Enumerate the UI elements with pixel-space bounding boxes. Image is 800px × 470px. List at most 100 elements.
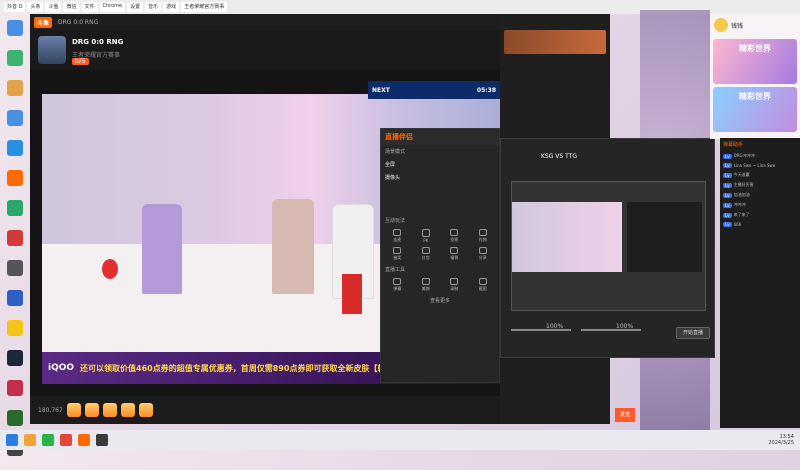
browser-tab[interactable]: 音乐 bbox=[145, 2, 162, 12]
browser-tab[interactable]: 文件 bbox=[81, 2, 98, 12]
chat-title: 弹幕助手 bbox=[723, 142, 744, 148]
tool-label: PK bbox=[423, 238, 429, 243]
red-lantern bbox=[102, 259, 118, 279]
chat-text: 冲冲冲 bbox=[733, 202, 746, 207]
desktop-shortcut-icon[interactable] bbox=[2, 50, 28, 78]
user-name: 钱钱 bbox=[731, 22, 744, 30]
room-header: DRG 0:0 RNG 王者荣耀官方赛事 LV5 关注 bbox=[30, 30, 530, 70]
tool-button[interactable]: 截图 bbox=[471, 278, 496, 292]
tool-button[interactable]: 美颜 bbox=[414, 278, 439, 292]
desktop-shortcut-icon[interactable] bbox=[2, 320, 28, 348]
streamer-avatar[interactable] bbox=[38, 36, 66, 64]
gift-icon[interactable] bbox=[66, 403, 81, 417]
douyu-logo[interactable]: 斗鱼 bbox=[34, 16, 53, 28]
tool-button[interactable]: 抽奖 bbox=[385, 247, 410, 261]
volume-value-2: 100% bbox=[616, 323, 634, 330]
desktop-shortcut-icon[interactable] bbox=[2, 380, 28, 408]
desktop-shortcut-icon[interactable] bbox=[2, 170, 28, 198]
start-live-button[interactable]: 开始直播 bbox=[676, 327, 710, 339]
browser-tab[interactable]: Chrome bbox=[99, 2, 126, 12]
tool-button[interactable]: 礼物 bbox=[471, 229, 496, 243]
chat-list: Lv DRG冲冲冲 Lv Lina Swe ~ Lina Swe Lv 今天谁赢 Lv 主播好… bbox=[720, 151, 800, 229]
desktop-shortcut-icon[interactable] bbox=[2, 200, 28, 228]
obs-icon[interactable] bbox=[96, 434, 108, 446]
preview-canvas[interactable] bbox=[511, 181, 706, 311]
start-menu-icon[interactable] bbox=[6, 434, 18, 446]
tool-button[interactable]: 分享 bbox=[471, 247, 496, 261]
companion-panel: 直播伴侣 场景模式 全屏 摄像头 互动玩法 连麦 PK 投票 礼物 抽奖 红包 福袋 分享 直… bbox=[380, 128, 500, 383]
ticker-text: 还可以领取价值460点券的超值专属优惠券，首周仅需890点券即可获取全新皮肤【韩… bbox=[80, 363, 429, 373]
send-button[interactable]: 发送 bbox=[615, 408, 635, 422]
level-badge: LV5 bbox=[72, 58, 89, 65]
gift-icon[interactable] bbox=[102, 403, 117, 417]
chat-message: Lv 主播好厉害 bbox=[720, 180, 800, 190]
chat-text: 加油加油 bbox=[733, 192, 750, 197]
chat-message: Lv Lina Swe ~ Lina Swe bbox=[720, 161, 800, 170]
tool-label: 分享 bbox=[478, 255, 487, 260]
room-title: DRG 0:0 RNG bbox=[72, 38, 124, 46]
qq-promo-card[interactable]: 精彩世界 bbox=[713, 39, 797, 84]
qq-promo-card[interactable]: 精彩世界 bbox=[713, 87, 797, 132]
desktop-shortcut-icon[interactable] bbox=[2, 20, 28, 48]
douyu-titlebar: 斗鱼 DRG 0:0 RNG bbox=[30, 14, 530, 30]
side-promo-banner[interactable] bbox=[504, 30, 606, 54]
scene-section-title: 场景模式 bbox=[385, 149, 406, 155]
douyu-app-icon[interactable] bbox=[78, 434, 90, 446]
chat-message: Lv 来了来了 bbox=[720, 210, 800, 220]
gift-icon[interactable] bbox=[120, 403, 135, 417]
tool-button[interactable]: 录制 bbox=[442, 278, 467, 292]
tool-button[interactable]: 弹幕 bbox=[385, 278, 410, 292]
chrome-icon[interactable] bbox=[60, 434, 72, 446]
chat-panel: 弹幕助手 Lv DRG冲冲冲 Lv Lina Swe ~ Lina Swe Lv 今天谁赢… bbox=[720, 138, 800, 428]
desktop-shortcut-icon[interactable] bbox=[2, 290, 28, 318]
tool-icon bbox=[450, 247, 459, 254]
tool-button[interactable]: 福袋 bbox=[442, 247, 467, 261]
tool-label: 美颜 bbox=[421, 286, 430, 291]
tool-label: 弹幕 bbox=[393, 286, 402, 291]
tool-icon bbox=[450, 229, 459, 236]
chat-message: Lv 666 bbox=[720, 220, 800, 229]
browser-tab[interactable]: 王者荣耀官方赛事 bbox=[181, 2, 228, 12]
interact-tool-grid: 连麦 PK 投票 礼物抽奖 红包 福袋 分享 bbox=[381, 227, 499, 263]
browser-tab[interactable]: 斗鱼 bbox=[45, 2, 62, 12]
desktop-shortcut-icon[interactable] bbox=[2, 110, 28, 138]
scene-item[interactable]: 摄像头 bbox=[381, 171, 499, 184]
chat-text: 来了来了 bbox=[733, 212, 750, 217]
tool-label: 礼物 bbox=[478, 237, 487, 242]
user-level-badge: Lv bbox=[723, 192, 732, 198]
tool-button[interactable]: PK bbox=[414, 229, 439, 243]
preview-side bbox=[627, 202, 702, 272]
tool-button[interactable]: 连麦 bbox=[385, 229, 410, 243]
wechat-icon[interactable] bbox=[42, 434, 54, 446]
desktop-shortcut-icon[interactable] bbox=[2, 350, 28, 378]
browser-tab[interactable]: 设置 bbox=[127, 2, 144, 12]
desktop-shortcut-icon[interactable] bbox=[2, 230, 28, 258]
browser-tab[interactable]: 抖音 D bbox=[4, 2, 26, 12]
gift-box bbox=[342, 274, 362, 314]
clock-date[interactable]: 2024/3/25 bbox=[768, 440, 794, 446]
user-level-badge: Lv bbox=[723, 182, 732, 188]
scene-item[interactable]: 全屏 bbox=[381, 158, 499, 171]
more-link[interactable]: 查看更多 bbox=[381, 294, 499, 307]
gift-icon[interactable] bbox=[84, 403, 99, 417]
desktop-shortcut-icon[interactable] bbox=[2, 80, 28, 108]
viewer-count: 180,767 bbox=[38, 406, 63, 414]
file-explorer-icon[interactable] bbox=[24, 434, 36, 446]
tool-button[interactable]: 红包 bbox=[414, 247, 439, 261]
tool-icon bbox=[478, 278, 487, 285]
chat-text: Lina Swe ~ Lina Swe bbox=[733, 163, 776, 168]
tool-button[interactable]: 投票 bbox=[442, 229, 467, 243]
chat-message: Lv DRG冲冲冲 bbox=[720, 151, 800, 161]
tool-label: 红包 bbox=[421, 255, 430, 260]
desktop-shortcut-icon[interactable] bbox=[2, 260, 28, 288]
tool-label: 福袋 bbox=[450, 255, 459, 260]
desktop-icon-column bbox=[0, 18, 30, 470]
gift-icon[interactable] bbox=[138, 403, 153, 417]
browser-tab[interactable]: 游戏 bbox=[163, 2, 180, 12]
browser-tab[interactable]: 微信 bbox=[63, 2, 80, 12]
browser-tab[interactable]: 头条 bbox=[27, 2, 44, 12]
user-avatar[interactable] bbox=[714, 18, 728, 32]
desktop-shortcut-icon[interactable] bbox=[2, 140, 28, 168]
user-level-badge: Lv bbox=[723, 172, 732, 178]
tool-icon bbox=[478, 229, 487, 236]
